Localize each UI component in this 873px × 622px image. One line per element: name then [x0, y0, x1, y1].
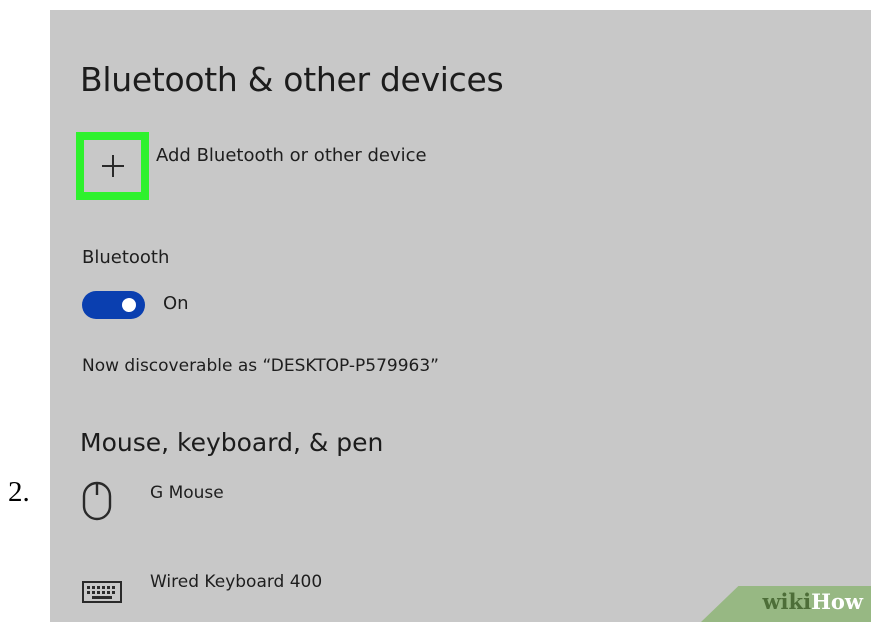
- add-device-label[interactable]: Add Bluetooth or other device: [156, 145, 427, 166]
- discoverable-status: Now discoverable as “DESKTOP-P579963”: [82, 356, 439, 376]
- device-item-mouse[interactable]: G Mouse: [80, 478, 580, 528]
- bluetooth-heading: Bluetooth: [82, 247, 170, 268]
- mouse-icon: [82, 481, 112, 521]
- bluetooth-toggle-state: On: [163, 293, 189, 314]
- settings-panel: Bluetooth & other devices Add Bluetooth …: [50, 10, 871, 622]
- add-device-button[interactable]: [76, 132, 149, 200]
- keyboard-icon: [82, 581, 122, 603]
- wikihow-watermark: wikiHow: [701, 586, 871, 622]
- device-name: Wired Keyboard 400: [150, 572, 323, 592]
- watermark-how: How: [811, 589, 863, 614]
- toggle-knob: [122, 298, 136, 312]
- bluetooth-toggle[interactable]: [82, 291, 145, 319]
- section-title-mouse-keyboard-pen: Mouse, keyboard, & pen: [80, 428, 384, 457]
- device-item-keyboard[interactable]: Wired Keyboard 400: [80, 570, 580, 620]
- device-name: G Mouse: [150, 483, 224, 503]
- page-title: Bluetooth & other devices: [80, 60, 504, 99]
- step-number: 2.: [8, 476, 30, 508]
- watermark-wiki: wiki: [762, 589, 812, 614]
- plus-icon: [101, 155, 124, 177]
